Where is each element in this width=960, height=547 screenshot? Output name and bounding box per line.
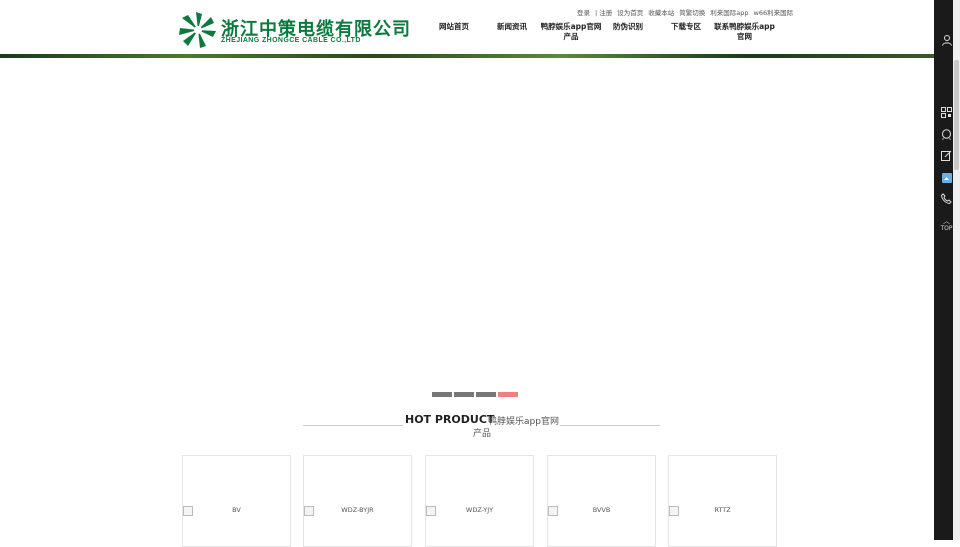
bookmark-link[interactable]: 收藏本站 (648, 9, 674, 17)
section-title-en: HOT PRODUCT (405, 413, 495, 426)
site-header: 浙江中策电缆有限公司 ZHEJIANG ZHONGCE CABLE CO.,LT… (0, 0, 934, 54)
product-card[interactable]: RTTZ (668, 455, 777, 547)
slider-dot[interactable] (454, 392, 474, 397)
set-homepage-link[interactable]: 设为首页 (617, 9, 643, 17)
product-card[interactable]: BV (182, 455, 291, 547)
product-label: WDZ-BYJR (341, 506, 374, 514)
nav-item-home[interactable]: 网站首页 (434, 22, 474, 32)
hero-banner[interactable] (0, 58, 934, 398)
slider-dot[interactable] (476, 392, 496, 397)
nav-item-anti-counterfeit[interactable]: 防伪识别 (608, 22, 648, 32)
product-label: BV (232, 506, 241, 514)
slider-dot-active[interactable] (498, 392, 518, 397)
nav-item-contact[interactable]: 联系鸭脖娱乐app官网 (712, 22, 777, 42)
company-logo[interactable]: 浙江中策电缆有限公司 ZHEJIANG ZHONGCE CABLE CO.,LT… (178, 11, 410, 49)
slider-pagination (432, 392, 518, 397)
top-links: 登录 | 注册 设为首页 收藏本站 简繁切换 利来国际app w66利来国际 (577, 7, 798, 17)
chevron-up-icon: ︿ (943, 216, 950, 225)
logo-emblem-icon (179, 12, 216, 48)
register-link[interactable]: | 注册 (595, 9, 612, 17)
nav-item-products[interactable]: 鸭脖娱乐app官网产品 (540, 22, 602, 42)
top-link-7[interactable]: w66利来国际 (754, 9, 794, 17)
section-title-cn: 鸭脖娱乐app官网 (488, 417, 559, 427)
nav-item-news[interactable]: 新闻资讯 (492, 22, 532, 32)
section-title-cn-line2: 产品 (473, 429, 492, 439)
heading-divider-right (560, 425, 660, 426)
heading-divider-left (303, 425, 403, 426)
product-label: BVVB (592, 506, 611, 514)
nav-item-download[interactable]: 下载专区 (666, 22, 706, 32)
logo-english-name: ZHEJIANG ZHONGCE CABLE CO.,LTD (221, 37, 361, 44)
scrollbar-thumb[interactable] (954, 60, 959, 170)
product-label: WDZ-YJY (465, 506, 494, 514)
hot-product-heading: HOT PRODUCT 鸭脖娱乐app官网 产品 (303, 412, 660, 444)
product-card[interactable]: WDZ-YJY (425, 455, 534, 547)
product-card[interactable]: BVVB (547, 455, 656, 547)
product-card[interactable]: WDZ-BYJR (303, 455, 412, 547)
top-link-6[interactable]: 利来国际app (710, 9, 748, 17)
page-scrollbar[interactable] (953, 0, 960, 540)
top-label: TOP (940, 224, 953, 232)
language-switch-link[interactable]: 简繁切换 (679, 9, 705, 17)
product-label: RTTZ (714, 506, 731, 514)
login-link[interactable]: 登录 (577, 9, 590, 17)
slider-dot[interactable] (432, 392, 452, 397)
